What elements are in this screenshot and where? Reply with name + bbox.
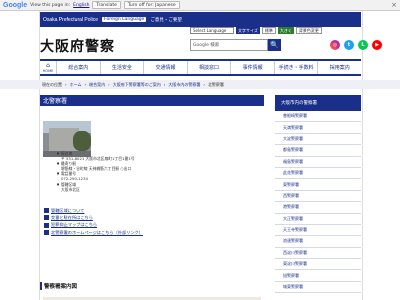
- breadcrumb-stations[interactable]: 大阪府下警察署等のご案内: [113, 82, 161, 88]
- breadcrumb-general[interactable]: 総合案内: [89, 82, 105, 88]
- link-arrow-icon: [44, 222, 49, 228]
- sidebar-item-nishi[interactable]: 西警察署: [275, 191, 361, 203]
- nav-item-incidents[interactable]: 事件情報: [230, 61, 274, 74]
- info-area: 大阪市北区: [61, 186, 80, 192]
- translate-button[interactable]: Translate: [92, 1, 121, 9]
- translate-bar: Google View this page in: English Transl…: [0, 0, 400, 11]
- sidebar-item-asahi[interactable]: 旭警察署: [275, 270, 361, 282]
- sidebar-heading: 大阪市内の警察署: [275, 95, 361, 111]
- sidebar-item-naniwa[interactable]: 浪速警察署: [275, 236, 361, 248]
- global-nav: ⌂ HOME 総合案内 生活安全 交通情報 相談窓口 事件情報 手続き・手数料 …: [40, 59, 361, 76]
- site-header: 大阪府警察 Select Language 文字サイズ 標準 大きく 背景色変更…: [40, 27, 382, 59]
- search-form: Google 検索 🔍: [190, 39, 281, 51]
- nav-home-label: HOME: [42, 69, 54, 73]
- home-icon: ⌂: [46, 62, 50, 69]
- page-frame-right: [362, 11, 363, 300]
- translate-language-link[interactable]: English: [73, 3, 89, 8]
- sidebar-item-nishiyodogawa[interactable]: 西淀川警察署: [275, 248, 361, 260]
- link-arrow-icon: [44, 229, 49, 235]
- site-logo[interactable]: 大阪府警察: [40, 36, 115, 56]
- nav-item-recruit[interactable]: 採用案内: [317, 61, 361, 74]
- link-arrow-icon: [44, 208, 49, 214]
- sidebar-item-tennoji[interactable]: 天王寺警察署: [275, 225, 361, 237]
- sidebar-item-minato[interactable]: 港警察署: [275, 202, 361, 214]
- main-content: 北警察署 所在地 〒 531-8021 大阪市北区扇町1丁目1番1号 最寄り駅 …: [40, 95, 264, 300]
- sidebar-item-taisho[interactable]: 大正警察署: [275, 214, 361, 225]
- nav-home[interactable]: ⌂ HOME: [40, 61, 56, 74]
- top-utility-band: Osaka Prefectural Police Foreign Languag…: [40, 12, 361, 27]
- close-icon[interactable]: ×: [391, 1, 397, 9]
- nav-item-procedures[interactable]: 手続き・手数料: [273, 61, 318, 74]
- line-icon[interactable]: L: [358, 40, 368, 50]
- nav-item-safety[interactable]: 生活安全: [99, 61, 144, 74]
- search-icon[interactable]: 🔍: [268, 39, 281, 51]
- sidebar-item-oyodo[interactable]: 大淀警察署: [275, 134, 361, 146]
- site-english-name: Osaka Prefectural Police: [43, 16, 99, 23]
- page-title: 北警察署: [40, 95, 264, 106]
- link-station-homepage[interactable]: 北警察署のホームページはこちら（外部リンク）: [44, 229, 143, 236]
- sidebar-item-higashi[interactable]: 東警察署: [275, 179, 361, 191]
- google-logo: Google: [3, 1, 28, 9]
- link-koban[interactable]: 交番と駐在所はこちら: [44, 214, 143, 221]
- header-utilities: Select Language 文字サイズ 標準 大きく 背景色変更: [190, 27, 322, 34]
- sidebar: 大阪市内の警察署 曽根崎警察署 天満警察署 大淀警察署 都島警察署 福島警察署 …: [275, 95, 361, 294]
- sidebar-item-sonezaki[interactable]: 曽根崎警察署: [275, 111, 361, 123]
- breadcrumb-label: 現在の位置: [42, 81, 62, 87]
- sidebar-item-fukushima[interactable]: 福島警察署: [275, 157, 361, 168]
- font-large-button[interactable]: 大きく: [277, 27, 294, 34]
- sidebar-item-tenma[interactable]: 天満警察署: [275, 122, 361, 134]
- breadcrumb-home[interactable]: ホーム: [70, 82, 82, 88]
- nav-item-consult[interactable]: 相談窓口: [186, 61, 231, 74]
- breadcrumb: 現在の位置 › ホーム › 総合案内 › 大阪府下警察署等のご案内 › 大阪市内…: [0, 80, 400, 89]
- youtube-icon[interactable]: ▶: [372, 40, 382, 50]
- foreign-language-button[interactable]: Foreign Language: [102, 17, 147, 22]
- search-input[interactable]: Google 検索: [190, 39, 268, 51]
- station-info: 所在地 〒 531-8021 大阪市北区扇町1丁目1番1号 最寄り駅 堺筋線・谷…: [57, 151, 135, 192]
- related-links: 管轄区域について 交番と駐在所はこちら 犯罪抑止マップはこちら 北警察署のホーム…: [44, 207, 143, 236]
- turn-off-translate-button[interactable]: Turn off for: Japanese: [123, 1, 180, 9]
- sidebar-item-konohana[interactable]: 此花警察署: [275, 168, 361, 180]
- breadcrumb-current: 北警察署: [207, 81, 224, 87]
- translate-prompt: View this page in:: [30, 2, 71, 8]
- select-language-dropdown[interactable]: Select Language: [190, 27, 234, 34]
- map-title: 警察署案内図: [40, 282, 77, 290]
- font-size-label: 文字サイズ: [236, 27, 260, 34]
- font-normal-button[interactable]: 標準: [261, 27, 276, 34]
- social-links: ◎ t L ▶: [330, 40, 382, 50]
- twitter-icon[interactable]: t: [344, 40, 354, 50]
- sidebar-item-joto[interactable]: 城東警察署: [275, 282, 361, 294]
- nav-item-traffic[interactable]: 交通情報: [143, 61, 187, 74]
- sidebar-item-higashiyodogawa[interactable]: 東淀川警察署: [275, 259, 361, 271]
- link-jurisdiction[interactable]: 管轄区域について: [44, 207, 143, 214]
- sidebar-item-miyakojima[interactable]: 都島警察署: [275, 145, 361, 157]
- instagram-icon[interactable]: ◎: [330, 40, 340, 50]
- breadcrumb-osaka-city[interactable]: 大阪市内の警察署: [168, 82, 200, 88]
- link-crime-map[interactable]: 犯罪抑止マップはこちら: [44, 221, 143, 228]
- background-color-button[interactable]: 背景色変更: [295, 27, 322, 34]
- link-arrow-icon: [44, 215, 49, 221]
- nav-item-general[interactable]: 総合案内: [56, 61, 100, 74]
- feedback-link[interactable]: ご意見・ご要望: [150, 17, 182, 23]
